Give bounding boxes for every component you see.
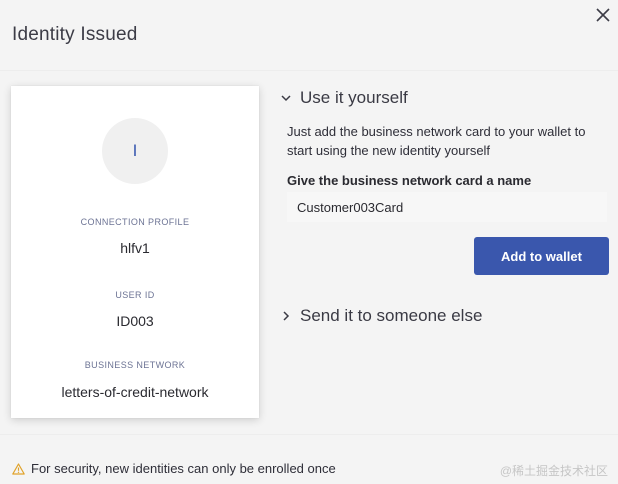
card-name-label: Give the business network card a name bbox=[287, 173, 532, 188]
security-notice-text: For security, new identities can only be… bbox=[31, 461, 336, 476]
connection-profile-label: CONNECTION PROFILE bbox=[80, 217, 190, 227]
add-to-wallet-button[interactable]: Add to wallet bbox=[474, 237, 609, 275]
chevron-right-icon bbox=[280, 310, 292, 322]
business-network-label: BUSINESS NETWORK bbox=[84, 360, 186, 370]
dialog-title: Identity Issued bbox=[12, 24, 138, 45]
user-id-label: USER ID bbox=[115, 290, 155, 300]
use-yourself-description: Just add the business network card to yo… bbox=[287, 124, 586, 158]
send-someone-header: Send it to someone else bbox=[300, 306, 483, 325]
use-yourself-header: Use it yourself bbox=[300, 88, 408, 107]
security-notice: For security, new identities can only be… bbox=[12, 461, 336, 476]
user-id-value: ID003 bbox=[116, 313, 154, 329]
avatar: I bbox=[102, 118, 168, 184]
use-yourself-toggle[interactable]: Use it yourself bbox=[280, 88, 408, 108]
card-name-input[interactable] bbox=[287, 192, 607, 222]
footer-divider bbox=[0, 434, 618, 435]
chevron-down-icon bbox=[280, 92, 292, 104]
connection-profile-value: hlfv1 bbox=[120, 240, 150, 256]
identity-issued-dialog: Identity Issued I CONNECTION PROFILE hlf… bbox=[0, 0, 618, 484]
warning-icon bbox=[12, 462, 25, 475]
send-someone-toggle[interactable]: Send it to someone else bbox=[280, 306, 482, 326]
header-divider bbox=[0, 70, 618, 71]
close-icon[interactable] bbox=[594, 6, 612, 24]
business-network-value: letters-of-credit-network bbox=[61, 384, 209, 400]
watermark: @稀土掘金技术社区 bbox=[499, 464, 608, 478]
identity-card: I CONNECTION PROFILE hlfv1 USER ID ID003… bbox=[11, 86, 259, 418]
